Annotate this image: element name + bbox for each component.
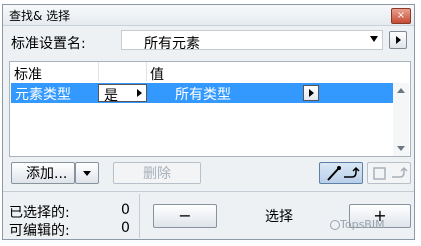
column-divider [146, 62, 147, 81]
column-header-criterion: 标准 [14, 67, 42, 83]
watermark-logo-icon [330, 220, 340, 230]
criteria-set-row: 标准设置名: 所有元素 [3, 29, 414, 53]
column-divider [98, 62, 99, 81]
triangle-right-icon [309, 89, 314, 97]
add-button[interactable]: 添加... [11, 162, 75, 184]
value-menu-button[interactable] [303, 85, 319, 101]
chevron-down-icon [370, 36, 378, 42]
criteria-set-dropdown[interactable]: 所有元素 [121, 30, 383, 52]
watermark: TopsBIM [340, 218, 385, 231]
delete-button[interactable]: 删除 [113, 162, 201, 184]
selection-panel: 已选择的: 0 可编辑的: 0 − 选择 + [3, 191, 414, 242]
criteria-header: 标准 值 [10, 62, 410, 83]
scroll-down-icon[interactable] [397, 146, 405, 151]
eyedropper-icon [327, 166, 360, 181]
selected-count-label: 已选择的: [9, 205, 70, 221]
triangle-right-icon [137, 89, 142, 97]
vertical-divider [139, 194, 140, 238]
criteria-list: 标准 值 元素类型 是 所有类型 [9, 61, 411, 157]
editable-count-value: 0 [121, 220, 130, 236]
deselect-button[interactable]: − [153, 204, 217, 228]
eyedropper-button[interactable] [319, 162, 363, 184]
selected-count-value: 0 [121, 202, 130, 218]
find-select-dialog: 查找& 选择 × 标准设置名: 所有元素 标准 值 元素类型 是 所有类型 添加… [2, 4, 415, 240]
triangle-right-icon [396, 36, 401, 44]
minus-icon: − [178, 206, 192, 225]
chevron-down-icon [83, 171, 91, 176]
title-bar[interactable]: 查找& 选择 × [3, 5, 414, 26]
criteria-row-selected[interactable]: 元素类型 是 所有类型 [11, 83, 393, 104]
dialog-title: 查找& 选择 [9, 9, 71, 23]
close-button[interactable]: × [391, 8, 411, 24]
delete-button-label: 删除 [143, 166, 171, 182]
editable-count-label: 可编辑的: [9, 223, 70, 239]
criteria-set-menu-button[interactable] [389, 31, 407, 49]
close-icon: × [396, 10, 406, 21]
criteria-row-criterion: 元素类型 [15, 87, 71, 103]
select-label: 选择 [265, 209, 293, 225]
operator-value: 是 [104, 88, 118, 104]
transfer-button[interactable] [367, 162, 411, 184]
scroll-up-icon[interactable] [397, 88, 405, 93]
operator-dropdown[interactable]: 是 [98, 84, 147, 104]
criteria-scrollbar[interactable] [393, 83, 409, 156]
criteria-set-value: 所有元素 [144, 36, 200, 52]
add-button-label: 添加... [26, 166, 68, 182]
criteria-row-value: 所有类型 [175, 87, 231, 103]
add-menu-button[interactable] [75, 162, 99, 184]
transfer-icon [373, 166, 408, 180]
criteria-set-label: 标准设置名: [11, 36, 86, 52]
column-header-value: 值 [150, 67, 164, 83]
